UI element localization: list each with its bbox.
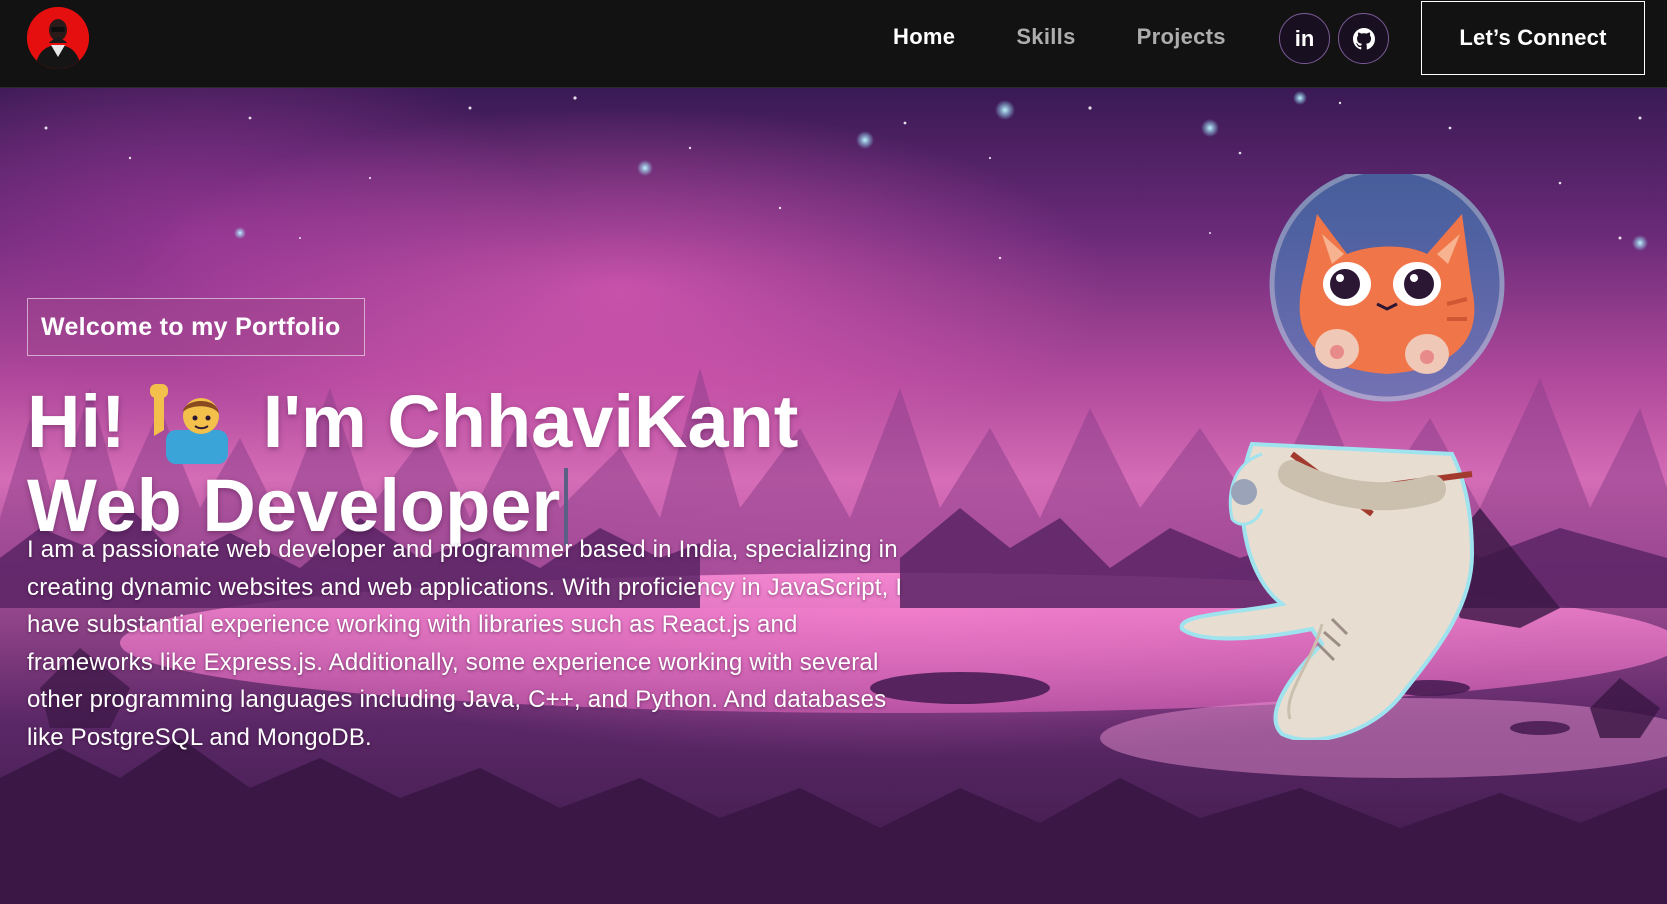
nav-skills-link[interactable]: Skills — [1016, 22, 1075, 52]
nav-links: Home Skills Projects — [893, 22, 1287, 52]
greeting-prefix: Hi! — [27, 380, 126, 463]
bio-paragraph: I am a passionate web developer and prog… — [27, 536, 903, 751]
github-icon — [1352, 27, 1375, 49]
hero-headline: Hi! I'm ChhaviKant Web Developer — [27, 380, 798, 548]
raising-hand-emoji-icon — [146, 380, 242, 464]
linkedin-icon: in — [1294, 25, 1315, 51]
linkedin-button[interactable]: in — [1279, 13, 1330, 64]
github-button[interactable] — [1338, 13, 1389, 64]
greeting-name: I'm ChhaviKant — [262, 380, 799, 463]
logo-avatar[interactable] — [27, 7, 89, 69]
nav-home-link[interactable]: Home — [893, 22, 955, 52]
greeting-line: Hi! I'm ChhaviKant — [27, 380, 798, 464]
hero-banner: Welcome to my Portfolio Hi! I'm ChhaviKa… — [0, 88, 1667, 904]
social-links: in — [1279, 13, 1389, 64]
navbar: Home Skills Projects in Let’s Connect — [0, 0, 1667, 88]
lets-connect-button[interactable]: Let’s Connect — [1421, 1, 1645, 75]
portfolio-page: Home Skills Projects in Let’s Connect We… — [0, 0, 1667, 904]
astronaut-cat-illustration — [1179, 174, 1505, 740]
welcome-tag: Welcome to my Portfolio — [27, 298, 365, 356]
nav-projects-link[interactable]: Projects — [1137, 22, 1226, 52]
